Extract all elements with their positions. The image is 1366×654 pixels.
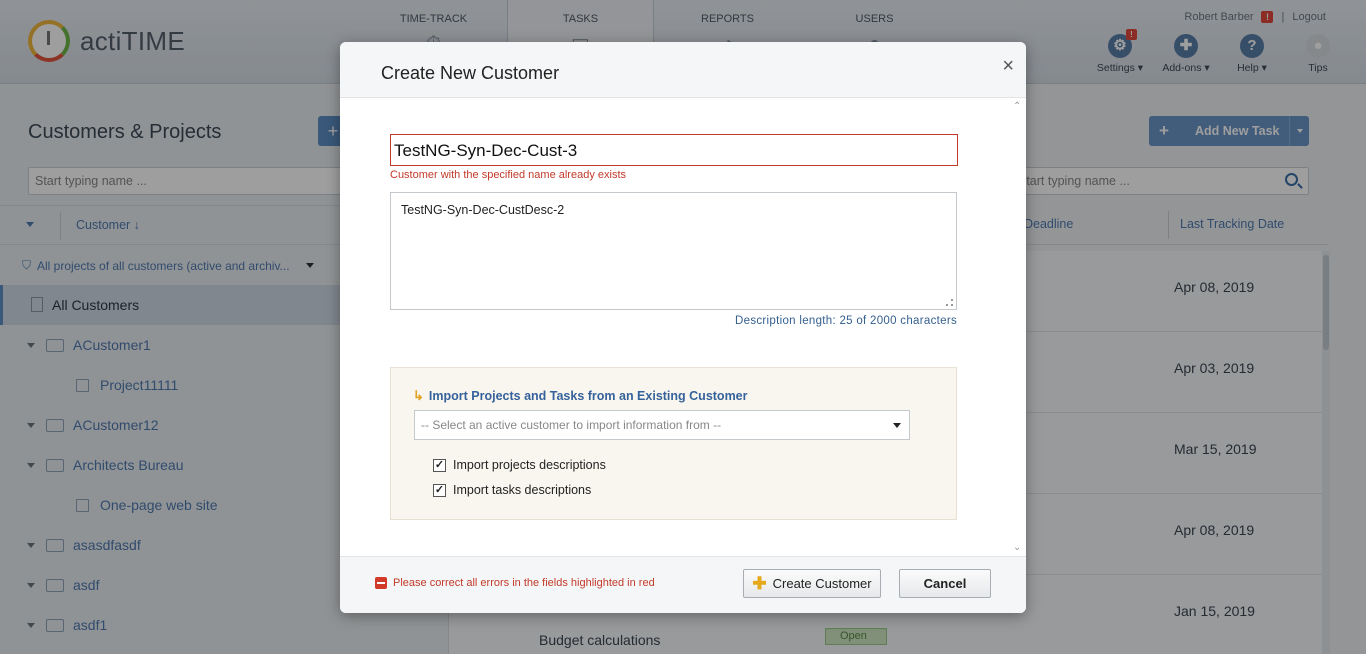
create-customer-button[interactable]: ✚ Create Customer [743,569,881,598]
dialog-header: Create New Customer × [340,42,1026,98]
button-label: Create Customer [772,576,872,591]
resize-handle-icon[interactable] [946,299,953,306]
form-error: Please correct all errors in the fields … [375,577,655,589]
import-toggle[interactable]: ↳ Import Projects and Tasks from an Exis… [413,388,748,404]
close-icon[interactable]: × [1002,56,1014,76]
form-error-message: Please correct all errors in the fields … [393,577,655,589]
dialog-title: Create New Customer [381,63,560,83]
customer-name-input[interactable]: TestNG-Syn-Dec-Cust-3 [390,134,958,166]
select-placeholder: -- Select an active customer to import i… [421,418,722,432]
checkbox-label: Import tasks descriptions [453,483,592,497]
dialog-body: TestNG-Syn-Dec-Cust-3 Customer with the … [340,98,1026,556]
chevron-down-icon [893,423,901,428]
error-icon [375,577,387,589]
customer-description-textarea[interactable]: TestNG-Syn-Dec-CustDesc-2 [390,192,957,310]
cancel-button[interactable]: Cancel [899,569,991,598]
checkbox-label: Import projects descriptions [453,458,606,472]
scroll-up-icon[interactable]: ⌃ [1013,102,1021,112]
dialog-scrollbar[interactable]: ⌃ ⌄ [1012,100,1022,555]
dialog-footer: Please correct all errors in the fields … [340,556,1026,613]
import-projects-checkbox[interactable]: ✓ [433,458,446,472]
create-customer-dialog: Create New Customer × TestNG-Syn-Dec-Cus… [340,42,1026,613]
import-tasks-checkbox[interactable]: ✓ [433,483,446,497]
arrow-icon: ↳ [413,388,424,403]
import-tasks-option[interactable]: ✓ Import tasks descriptions [433,483,591,497]
import-customer-select[interactable]: -- Select an active customer to import i… [414,410,910,440]
plus-icon: ✚ [752,573,767,593]
name-error-message: Customer with the specified name already… [390,169,626,181]
scroll-down-icon[interactable]: ⌄ [1013,543,1021,553]
import-projects-option[interactable]: ✓ Import projects descriptions [433,458,606,472]
description-length: Description length: 25 of 2000 character… [735,315,957,327]
import-section: ↳ Import Projects and Tasks from an Exis… [390,367,957,520]
description-text: TestNG-Syn-Dec-CustDesc-2 [401,203,565,217]
import-title-label: Import Projects and Tasks from an Existi… [428,389,748,403]
